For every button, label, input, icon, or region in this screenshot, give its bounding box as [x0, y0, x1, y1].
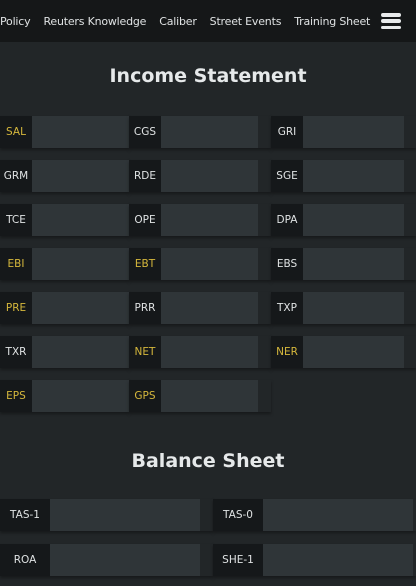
net-input[interactable]	[161, 336, 258, 368]
field-txp: TXP	[271, 292, 416, 324]
field-roa: ROA	[0, 544, 213, 576]
field-label: NET	[129, 336, 161, 368]
nav-link-street-events[interactable]: Street Events	[210, 15, 282, 28]
field-label: EBI	[0, 248, 32, 280]
field-rde: RDE	[129, 160, 271, 192]
field-label: GPS	[129, 380, 161, 412]
tas-1-input[interactable]	[50, 499, 200, 531]
field-label: EBT	[129, 248, 161, 280]
field-label: EBS	[271, 248, 303, 280]
ner-input[interactable]	[303, 336, 404, 368]
sal-input[interactable]	[32, 116, 129, 148]
field-sal: SAL	[0, 116, 129, 148]
top-navbar: Policy Reuters Knowledge Caliber Street …	[0, 0, 416, 42]
she-1-input[interactable]	[263, 544, 413, 576]
gri-input[interactable]	[303, 116, 404, 148]
field-label: DPA	[271, 204, 303, 236]
cgs-input[interactable]	[161, 116, 258, 148]
field-dpa: DPA	[271, 204, 416, 236]
field-label: OPE	[129, 204, 161, 236]
nav-link-reuters-knowledge[interactable]: Reuters Knowledge	[43, 15, 146, 28]
field-grm: GRM	[0, 160, 129, 192]
field-label: ROA	[0, 544, 50, 576]
field-label: GRM	[0, 160, 32, 192]
field-label: CGS	[129, 116, 161, 148]
field-label: TAS-1	[0, 499, 50, 531]
field-gps: GPS	[129, 380, 271, 412]
field-txr: TXR	[0, 336, 129, 368]
field-ebt: EBT	[129, 248, 271, 280]
field-net: NET	[129, 336, 271, 368]
field-label: SHE-1	[213, 544, 263, 576]
tas-0-input[interactable]	[263, 499, 413, 531]
field-ebi: EBI	[0, 248, 129, 280]
nav-link-training-sheet[interactable]: Training Sheet	[294, 15, 370, 28]
ebi-input[interactable]	[32, 248, 129, 280]
eps-input[interactable]	[32, 380, 129, 412]
field-pre: PRE	[0, 292, 129, 324]
field-label: PRE	[0, 292, 32, 324]
field-label: RDE	[129, 160, 161, 192]
ebt-input[interactable]	[161, 248, 258, 280]
field-label: TXP	[271, 292, 303, 324]
field-cgs: CGS	[129, 116, 271, 148]
prr-input[interactable]	[161, 292, 258, 324]
income-statement-title: Income Statement	[109, 65, 307, 87]
field-ebs: EBS	[271, 248, 416, 280]
field-eps: EPS	[0, 380, 129, 412]
field-she-1: SHE-1	[213, 544, 416, 576]
field-label: TXR	[0, 336, 32, 368]
field-ope: OPE	[129, 204, 271, 236]
balance-sheet-title: Balance Sheet	[131, 450, 285, 472]
ope-input[interactable]	[161, 204, 258, 236]
rde-input[interactable]	[161, 160, 258, 192]
sge-input[interactable]	[303, 160, 404, 192]
field-label: TCE	[0, 204, 32, 236]
field-label: PRR	[129, 292, 161, 324]
field-ner: NER	[271, 336, 416, 368]
field-tas-1: TAS-1	[0, 499, 213, 531]
field-label: SAL	[0, 116, 32, 148]
field-label: EPS	[0, 380, 32, 412]
roa-input[interactable]	[50, 544, 200, 576]
field-gri: GRI	[271, 116, 416, 148]
gps-input[interactable]	[161, 380, 258, 412]
field-sge: SGE	[271, 160, 416, 192]
ebs-input[interactable]	[303, 248, 404, 280]
nav-link-policy[interactable]: Policy	[0, 15, 31, 28]
balance-sheet-grid: TAS-1 TAS-0 ROA SHE-1	[0, 499, 416, 576]
field-tas-0: TAS-0	[213, 499, 416, 531]
hamburger-menu-icon[interactable]	[381, 13, 401, 29]
income-statement-grid: SAL CGS GRI GRM RDE SGE TCE OPE DPA EBI EBT EBS PRE P…	[0, 116, 416, 412]
tce-input[interactable]	[32, 204, 129, 236]
field-label: NER	[271, 336, 303, 368]
field-prr: PRR	[129, 292, 271, 324]
field-label: GRI	[271, 116, 303, 148]
nav-link-caliber[interactable]: Caliber	[159, 15, 197, 28]
pre-input[interactable]	[32, 292, 129, 324]
field-label: SGE	[271, 160, 303, 192]
field-tce: TCE	[0, 204, 129, 236]
txr-input[interactable]	[32, 336, 129, 368]
field-label: TAS-0	[213, 499, 263, 531]
dpa-input[interactable]	[303, 204, 404, 236]
txp-input[interactable]	[303, 292, 404, 324]
grm-input[interactable]	[32, 160, 129, 192]
